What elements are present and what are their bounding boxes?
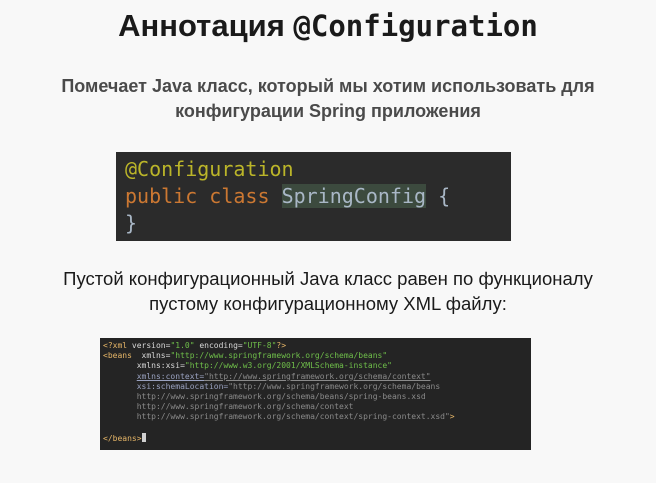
xml-attr: xmlns= — [131, 351, 171, 361]
xml-code-block: <?xml version="1.0" encoding="UTF-8"?> <… — [100, 338, 531, 450]
xml-value: "http://www.springframework.org/schema/b… — [228, 381, 441, 391]
subtitle-line-2: конфигурации Spring приложения — [175, 101, 481, 121]
xml-decl-start: <?xml — [103, 341, 132, 350]
description-line-1: Пустой конфигурационный Java класс равен… — [63, 268, 593, 289]
description-paragraph: Пустой конфигурационный Java класс равен… — [0, 266, 656, 316]
java-code-block: @Configuration public class SpringConfig… — [116, 152, 511, 241]
code-class-name: SpringConfig — [281, 184, 427, 208]
xml-value: http://www.springframework.org/schema/co… — [136, 402, 354, 412]
code-close-brace: } — [125, 211, 138, 235]
xml-value: http://www.springframework.org/schema/be… — [136, 392, 426, 402]
title-code: @Configuration — [293, 9, 538, 43]
xml-attr: xsi:schemaLocation= — [136, 381, 229, 391]
xml-value: "UTF-8" — [242, 341, 277, 350]
description-line-2: пустому конфигурационному XML файлу: — [149, 293, 507, 314]
xml-value: "http://www.w3.org/2001/XMLSchema-instan… — [184, 361, 392, 371]
xml-attr: encoding= — [194, 341, 243, 350]
code-open-brace: { — [438, 184, 451, 208]
xml-value: "1.0" — [170, 341, 195, 350]
xml-value: "http://www.springframework.org/schema/b… — [170, 351, 388, 361]
slide-title: Аннотация @Configuration — [0, 8, 656, 44]
code-keyword-class: class — [209, 184, 270, 208]
code-keyword-public: public — [125, 184, 198, 208]
title-prefix: Аннотация — [118, 8, 294, 43]
xml-attr: xmlns:xsi= — [136, 361, 185, 371]
xml-decl-end: ?> — [276, 341, 287, 350]
slide: Аннотация @Configuration Помечает Java к… — [0, 0, 656, 483]
subtitle-line-1: Помечает Java класс, который мы хотим ис… — [61, 76, 595, 96]
slide-subtitle: Помечает Java класс, который мы хотим ис… — [0, 74, 656, 124]
code-annotation: @Configuration — [125, 157, 294, 181]
xml-attr: xmlns:context= — [136, 371, 205, 381]
text-cursor — [141, 432, 146, 442]
xml-value: http://www.springframework.org/schema/co… — [136, 412, 450, 422]
xml-tag-end: > — [449, 412, 455, 422]
xml-value: "http://www.springframework.org/schema/c… — [204, 371, 431, 381]
xml-attr: version= — [131, 341, 171, 350]
xml-beans-close-tag: </beans> — [103, 433, 142, 443]
xml-beans-open-tag: <beans — [103, 351, 132, 361]
